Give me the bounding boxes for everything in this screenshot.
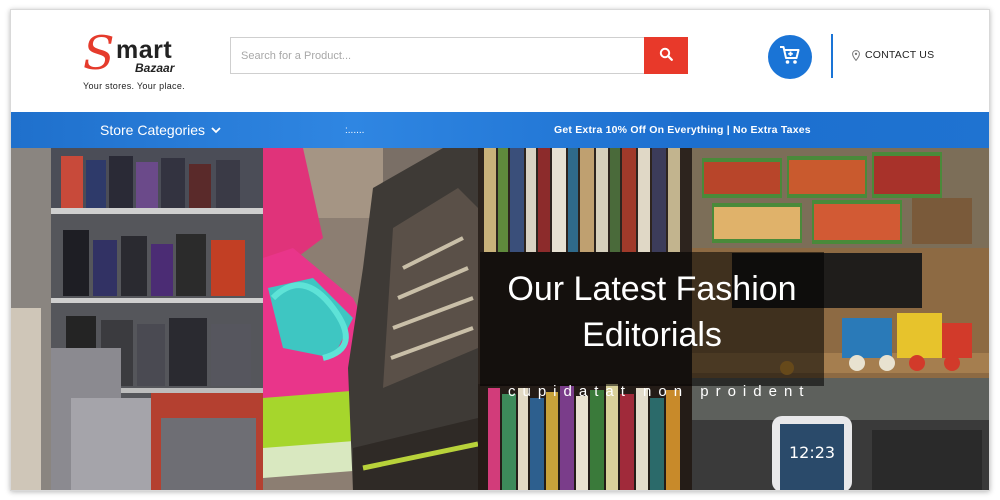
- hero-title-line-1: Our Latest Fashion: [507, 270, 797, 308]
- search-bar: [230, 37, 688, 74]
- nav-bar: Store Categories :...... Get Extra 10% O…: [11, 112, 989, 148]
- svg-text:12:23: 12:23: [789, 443, 835, 462]
- hero-title: Our Latest Fashion Editorials: [480, 266, 824, 358]
- hero-caption-box: Our Latest Fashion Editorials: [480, 252, 824, 386]
- store-categories-label: Store Categories: [100, 122, 206, 138]
- site-header: S mart Bazaar Your stores. Your place. S…: [11, 10, 989, 112]
- store-categories-dropdown[interactable]: Store Categories: [100, 122, 221, 138]
- hero-subtitle: cupidatat non proident: [508, 383, 811, 400]
- contact-us-link[interactable]: CONTACT US: [852, 49, 934, 61]
- logo-sub: Bazaar: [135, 61, 175, 75]
- luggage-photo: [11, 148, 263, 490]
- contact-us-label: CONTACT US: [865, 49, 935, 61]
- hero-title-line-2: Editorials: [582, 316, 722, 354]
- nav-separator: :......: [345, 125, 365, 136]
- page-frame: S mart Bazaar Your stores. Your place. S…: [10, 9, 990, 491]
- sneakers-photo: [263, 148, 478, 490]
- hero-banner[interactable]: 12:23 Our Latest Fashion Editorials cupi…: [11, 148, 989, 490]
- cart-icon: [779, 45, 801, 70]
- search-input[interactable]: [230, 37, 645, 74]
- map-pin-icon: [852, 49, 860, 61]
- logo[interactable]: S mart Bazaar Your stores. Your place.: [83, 30, 213, 94]
- cart-button[interactable]: [768, 35, 812, 79]
- header-divider: [831, 34, 833, 78]
- search-icon: [659, 47, 673, 64]
- logo-tagline: Your stores. Your place.: [83, 81, 185, 91]
- chevron-down-icon: [211, 126, 221, 134]
- promo-text: Get Extra 10% Off On Everything | No Ext…: [554, 124, 811, 136]
- search-button[interactable]: [644, 37, 688, 74]
